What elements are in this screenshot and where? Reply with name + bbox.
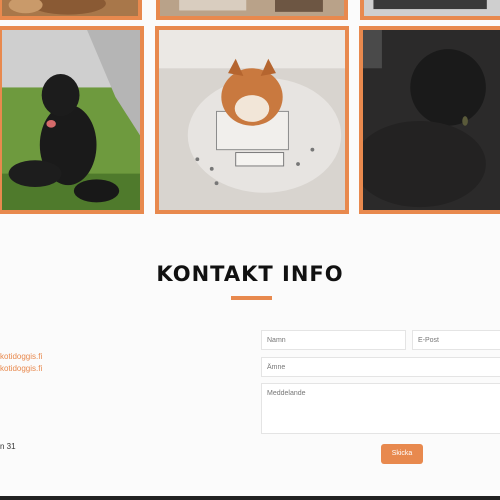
name-input[interactable]: Namn: [261, 330, 406, 350]
photo-image: [160, 0, 344, 16]
gallery-photo-black-dog[interactable]: [0, 26, 144, 214]
gallery-photo-top-center[interactable]: [156, 0, 348, 20]
gallery-photo-top-right[interactable]: [360, 0, 500, 20]
cat-in-box-image: [159, 30, 345, 210]
email-input[interactable]: E-Post: [412, 330, 500, 350]
photo-image: [364, 0, 500, 16]
gallery-photo-top-left[interactable]: [0, 0, 142, 20]
heading-underline: [231, 296, 272, 300]
message-textarea[interactable]: Meddelande: [261, 383, 500, 434]
send-button[interactable]: Skicka: [381, 444, 423, 464]
footer-bar: [0, 496, 500, 500]
subject-input[interactable]: Ämne: [261, 357, 500, 377]
gallery-photo-black-cat[interactable]: [359, 26, 500, 214]
dog-image: [2, 0, 138, 16]
black-dog-image: [2, 30, 140, 210]
contact-heading: KONTAKT INFO: [156, 262, 344, 286]
email-link-2[interactable]: kotidoggis.fi: [0, 364, 42, 373]
gallery-photo-cat-in-box[interactable]: [155, 26, 349, 214]
address-text: n 31: [0, 442, 16, 451]
email-link-1[interactable]: kotidoggis.fi: [0, 352, 42, 361]
black-cat-image: [363, 30, 500, 210]
